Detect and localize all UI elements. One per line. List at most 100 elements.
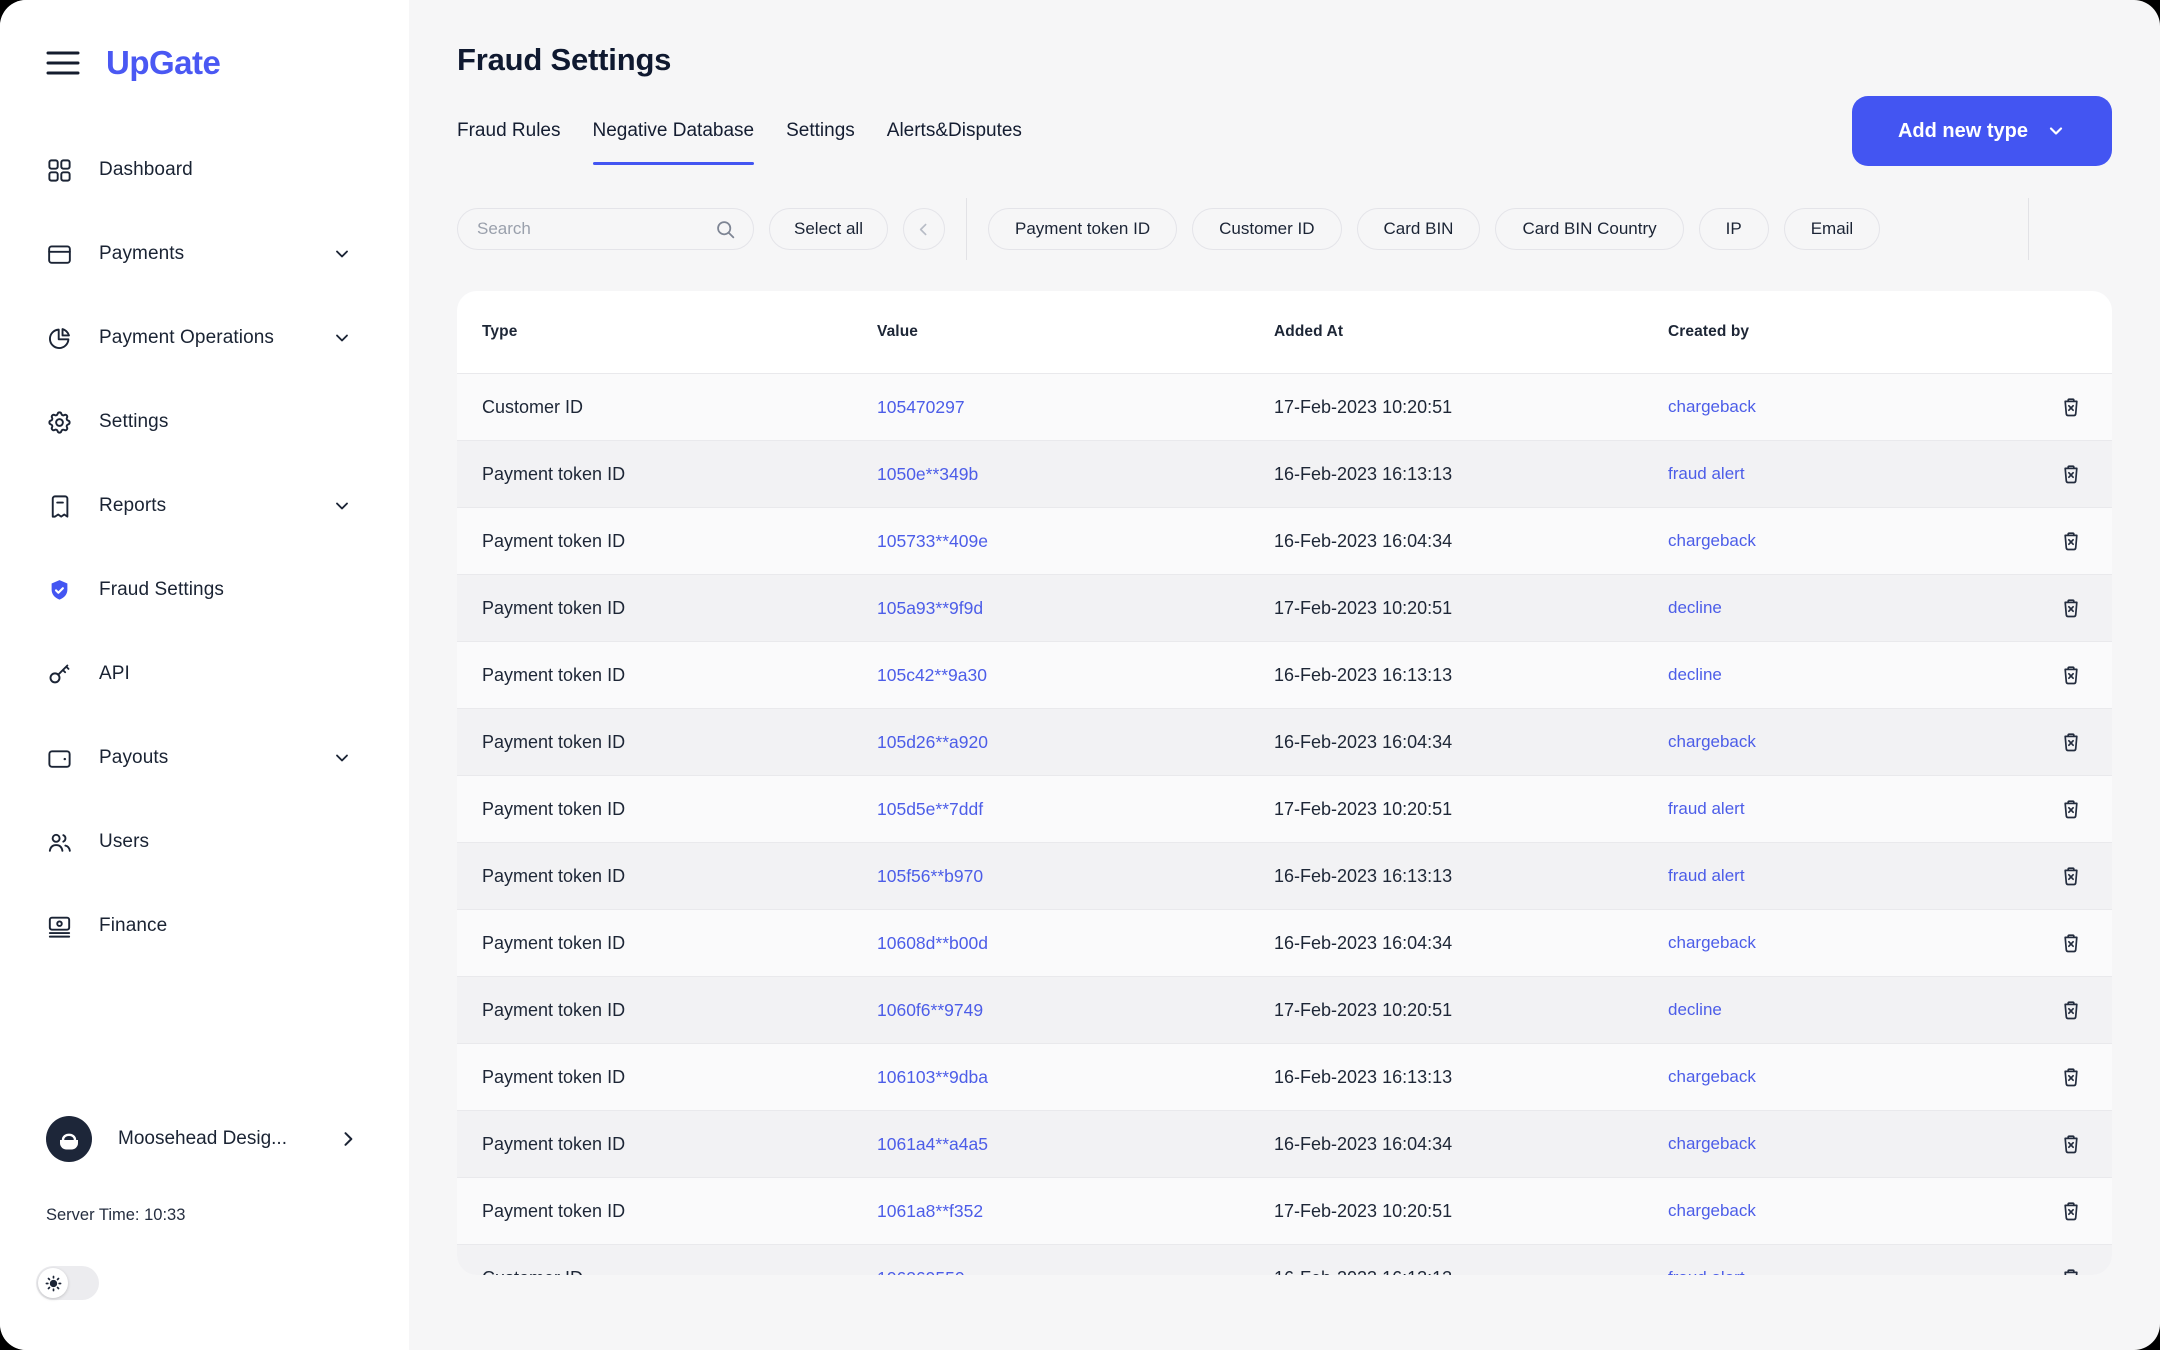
cell-value-link[interactable]: 105470297 xyxy=(877,397,1274,418)
delete-row-button[interactable] xyxy=(2054,926,2088,960)
cell-added-at: 17-Feb-2023 10:20:51 xyxy=(1274,397,1668,418)
cell-type: Payment token ID xyxy=(482,933,877,954)
delete-row-button[interactable] xyxy=(2054,1060,2088,1094)
sidebar-item-users[interactable]: Users xyxy=(0,800,409,884)
cell-created-by-link[interactable]: chargeback xyxy=(1668,933,2026,953)
cell-value-link[interactable]: 105f56**b970 xyxy=(877,866,1274,887)
cell-created-by-link[interactable]: chargeback xyxy=(1668,1201,2026,1221)
key-icon xyxy=(46,661,73,688)
cell-created-by-link[interactable]: decline xyxy=(1668,1000,2026,1020)
cell-added-at: 16-Feb-2023 16:13:13 xyxy=(1274,665,1668,686)
table-row: Customer ID 106269550 16-Feb-2023 16:13:… xyxy=(457,1245,2112,1275)
delete-row-button[interactable] xyxy=(2054,524,2088,558)
cell-created-by-link[interactable]: fraud alert xyxy=(1668,866,2026,886)
trash-icon xyxy=(2059,395,2083,419)
sidebar-item-payouts[interactable]: Payouts xyxy=(0,716,409,800)
cell-created-by-link[interactable]: chargeback xyxy=(1668,1134,2026,1154)
chevron-down-icon xyxy=(2046,121,2066,141)
cell-created-by-link[interactable]: decline xyxy=(1668,665,2026,685)
cell-type: Payment token ID xyxy=(482,1134,877,1155)
hamburger-menu-icon[interactable] xyxy=(46,49,82,77)
cell-created-by-link[interactable]: chargeback xyxy=(1668,732,2026,752)
type-chip-card-bin-country[interactable]: Card BIN Country xyxy=(1495,208,1683,250)
add-new-type-label: Add new type xyxy=(1898,120,2028,143)
sidebar-item-reports[interactable]: Reports xyxy=(0,464,409,548)
table-row: Payment token ID 105a93**9f9d 17-Feb-202… xyxy=(457,575,2112,642)
sidebar-header: UpGate xyxy=(0,0,409,82)
sidebar-item-api[interactable]: API xyxy=(0,632,409,716)
delete-row-button[interactable] xyxy=(2054,658,2088,692)
type-chip-email[interactable]: Email xyxy=(1784,208,1881,250)
sidebar-item-finance[interactable]: Finance xyxy=(0,884,409,968)
sidebar-item-payments[interactable]: Payments xyxy=(0,212,409,296)
sidebar-item-label: Users xyxy=(99,831,149,853)
cell-created-by-link[interactable]: chargeback xyxy=(1668,397,2026,417)
delete-row-button[interactable] xyxy=(2054,1127,2088,1161)
delete-row-button[interactable] xyxy=(2054,859,2088,893)
delete-row-button[interactable] xyxy=(2054,1261,2088,1275)
cell-value-link[interactable]: 105733**409e xyxy=(877,531,1274,552)
cell-created-by-link[interactable]: chargeback xyxy=(1668,531,2026,551)
cell-added-at: 17-Feb-2023 10:20:51 xyxy=(1274,799,1668,820)
delete-row-button[interactable] xyxy=(2054,457,2088,491)
gear-icon xyxy=(46,409,73,436)
delete-row-button[interactable] xyxy=(2054,591,2088,625)
type-chip-customer-id[interactable]: Customer ID xyxy=(1192,208,1341,250)
cell-value-link[interactable]: 1061a8**f352 xyxy=(877,1201,1274,1222)
tab-settings[interactable]: Settings xyxy=(786,96,855,166)
cell-value-link[interactable]: 1061a4**a4a5 xyxy=(877,1134,1274,1155)
chevron-left-button[interactable] xyxy=(903,208,945,250)
sidebar-item-payment-operations[interactable]: Payment Operations xyxy=(0,296,409,380)
tab-negative-database[interactable]: Negative Database xyxy=(593,96,755,166)
delete-row-button[interactable] xyxy=(2054,725,2088,759)
table-row: Payment token ID 1061a4**a4a5 16-Feb-202… xyxy=(457,1111,2112,1178)
delete-row-button[interactable] xyxy=(2054,993,2088,1027)
column-header-created: Created by xyxy=(1668,323,2026,341)
sidebar-item-settings[interactable]: Settings xyxy=(0,380,409,464)
trash-icon xyxy=(2059,1199,2083,1223)
delete-row-button[interactable] xyxy=(2054,390,2088,424)
tab-fraud-rules[interactable]: Fraud Rules xyxy=(457,96,561,166)
table-row: Payment token ID 105d26**a920 16-Feb-202… xyxy=(457,709,2112,776)
table-row: Payment token ID 106103**9dba 16-Feb-202… xyxy=(457,1044,2112,1111)
chevron-right-icon xyxy=(338,1129,358,1149)
table-header: Type Value Added At Created by xyxy=(457,291,2112,374)
cell-value-link[interactable]: 105c42**9a30 xyxy=(877,665,1274,686)
sidebar-item-fraud-settings[interactable]: Fraud Settings xyxy=(0,548,409,632)
delete-row-button[interactable] xyxy=(2054,792,2088,826)
cell-created-by-link[interactable]: decline xyxy=(1668,598,2026,618)
cell-value-link[interactable]: 105d5e**7ddf xyxy=(877,799,1274,820)
cell-value-link[interactable]: 106269550 xyxy=(877,1268,1274,1276)
search-input[interactable] xyxy=(477,219,705,239)
add-new-type-button[interactable]: Add new type xyxy=(1852,96,2112,166)
cell-created-by-link[interactable]: fraud alert xyxy=(1668,464,2026,484)
type-chip-ip[interactable]: IP xyxy=(1699,208,1769,250)
type-chip-payment-token-id[interactable]: Payment token ID xyxy=(988,208,1177,250)
search-icon xyxy=(715,219,736,240)
pie-chart-icon xyxy=(46,325,73,352)
cell-value-link[interactable]: 1060f6**9749 xyxy=(877,1000,1274,1021)
cell-type: Payment token ID xyxy=(482,464,877,485)
cell-created-by-link[interactable]: fraud alert xyxy=(1668,1268,2026,1275)
cell-type: Payment token ID xyxy=(482,665,877,686)
delete-row-button[interactable] xyxy=(2054,1194,2088,1228)
select-all-button[interactable]: Select all xyxy=(769,208,888,250)
cell-value-link[interactable]: 10608d**b00d xyxy=(877,933,1274,954)
cell-value-link[interactable]: 105a93**9f9d xyxy=(877,598,1274,619)
cell-created-by-link[interactable]: chargeback xyxy=(1668,1067,2026,1087)
cell-added-at: 16-Feb-2023 16:13:13 xyxy=(1274,464,1668,485)
column-header-value: Value xyxy=(877,323,1274,341)
type-chip-card-bin[interactable]: Card BIN xyxy=(1357,208,1481,250)
theme-toggle[interactable] xyxy=(36,1266,99,1300)
tab-alerts-disputes[interactable]: Alerts&Disputes xyxy=(887,96,1022,166)
table-row: Payment token ID 10608d**b00d 16-Feb-202… xyxy=(457,910,2112,977)
sidebar-item-dashboard[interactable]: Dashboard xyxy=(0,128,409,212)
cell-value-link[interactable]: 106103**9dba xyxy=(877,1067,1274,1088)
sidebar: UpGate Dashboard Payments Payment Operat… xyxy=(0,0,409,1350)
users-icon xyxy=(46,829,73,856)
cell-value-link[interactable]: 1050e**349b xyxy=(877,464,1274,485)
cell-created-by-link[interactable]: fraud alert xyxy=(1668,799,2026,819)
trash-icon xyxy=(2059,529,2083,553)
cell-value-link[interactable]: 105d26**a920 xyxy=(877,732,1274,753)
account-switcher[interactable]: Moosehead Desig... xyxy=(46,1116,358,1162)
